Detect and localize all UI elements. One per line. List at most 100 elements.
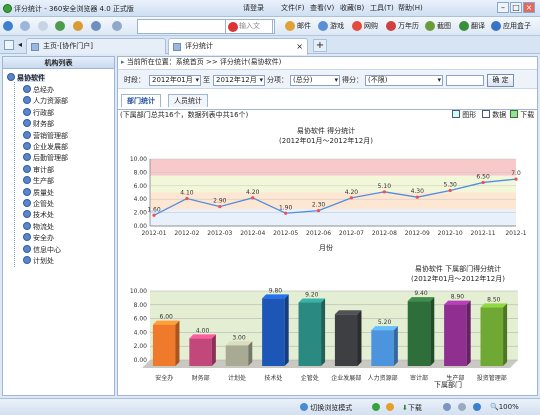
screenshot-link[interactable]: 截图: [425, 20, 451, 33]
tree-item-1[interactable]: 人力资源部: [3, 95, 114, 107]
close-icon[interactable]: ×: [523, 2, 535, 13]
tree-item-8[interactable]: 生产部: [3, 175, 114, 187]
status-ie-icon[interactable]: [473, 403, 481, 411]
line-chart-point: [382, 190, 386, 194]
tab-close-icon[interactable]: ×: [296, 39, 303, 54]
maximize-icon[interactable]: □: [510, 2, 522, 13]
search-input[interactable]: 输入文: [225, 19, 273, 34]
calendar-link[interactable]: 万年历: [386, 20, 419, 33]
tree-item-0[interactable]: 总经办: [3, 84, 114, 96]
home-button[interactable]: [73, 20, 85, 33]
mail-link[interactable]: 邮件: [285, 20, 311, 33]
department-icon: [23, 199, 31, 207]
tree-item-9[interactable]: 质量处: [3, 187, 114, 199]
status-sound-icon[interactable]: [458, 403, 466, 411]
tree-item-11[interactable]: 技术处: [3, 209, 114, 221]
department-icon: [23, 256, 31, 264]
tab-person-stats[interactable]: 人员统计: [168, 94, 208, 107]
charts-svg: 0.00 2.00 4.00 6.00 8.00 10.00 1.60 2012-01 4.10…: [130, 126, 527, 389]
appbox-link[interactable]: 应用盒子: [491, 20, 531, 33]
bar-value-label: 6.00: [160, 314, 174, 321]
line-chart-xtick: 2012-11: [471, 230, 496, 237]
tree-item-2[interactable]: 行政部: [3, 107, 114, 119]
tree-item-3[interactable]: 财务部: [3, 118, 114, 130]
status-speed-icon[interactable]: [386, 403, 394, 411]
game-icon: [318, 21, 328, 31]
tab-scroll-left-icon[interactable]: ◂: [18, 40, 22, 49]
tree-item-7[interactable]: 审计部: [3, 164, 114, 176]
line-chart-value-label: 2.90: [213, 198, 227, 205]
back-button[interactable]: [3, 20, 15, 33]
score-filter-input[interactable]: [446, 75, 484, 86]
data-view-button[interactable]: 数据: [482, 110, 506, 121]
history-button[interactable]: [112, 20, 124, 33]
to-month-select[interactable]: 2012年12月: [213, 75, 265, 86]
zoom-control[interactable]: 🔍100%: [490, 403, 519, 411]
shop-link[interactable]: 网购: [352, 20, 378, 33]
chart-view-button[interactable]: 图形: [452, 110, 476, 121]
tab-score-stats[interactable]: 评分统计 ×: [168, 38, 308, 55]
tab-score-stats-label: 评分统计: [185, 42, 213, 50]
status-settings-icon[interactable]: [443, 403, 451, 411]
tree-item-10[interactable]: 企管处: [3, 198, 114, 210]
close-page-button[interactable]: [38, 20, 50, 33]
tree-item-5[interactable]: 企业发展部: [3, 141, 114, 153]
bar-top-5: [334, 310, 362, 315]
new-tab-button[interactable]: +: [313, 39, 327, 52]
tree-item-6[interactable]: 后勤管理部: [3, 152, 114, 164]
score-filter-select[interactable]: (不限): [365, 75, 443, 86]
tab-home[interactable]: 主页-[协作门户]: [26, 38, 166, 54]
tree-item-label: 技术处: [33, 211, 54, 220]
tree-root-item[interactable]: 易协软件: [3, 72, 114, 84]
line-chart-value-label: 6.50: [476, 173, 490, 180]
forward-button[interactable]: [20, 20, 32, 33]
menu-view[interactable]: 查看(V): [310, 2, 334, 15]
line-chart-xtick: 2012-06: [306, 230, 331, 237]
tree-item-13[interactable]: 安全办: [3, 232, 114, 244]
line-chart-value-label: 4.20: [345, 189, 359, 196]
bar-0: [152, 324, 176, 366]
mail-icon: [285, 21, 295, 31]
bar-category-label: 计划处: [228, 374, 246, 382]
status-shield-icon[interactable]: [372, 403, 380, 411]
tree-item-15[interactable]: 计划处: [3, 255, 114, 267]
scissors-icon: [425, 21, 435, 31]
line-chart-xtick: 2012-10: [438, 230, 463, 237]
bar-3: [262, 298, 285, 366]
tree-item-14[interactable]: 信息中心: [3, 244, 114, 256]
line-chart-point: [251, 196, 255, 200]
score-item-select[interactable]: (总分): [290, 75, 340, 86]
game-link[interactable]: 游戏: [318, 20, 344, 33]
org-tree-panel: 机构列表 易协软件 总经办 人力资源部 行政部 财务部 营销管理部 企业发展部 后勤管理部 审计…: [2, 56, 115, 396]
download-button[interactable]: 下载: [510, 110, 534, 121]
shop-icon: [352, 21, 362, 31]
line-chart-xtick: 2012-01: [141, 230, 166, 237]
line-chart-band-0: [150, 159, 516, 176]
tab-dept-stats[interactable]: 部门统计: [121, 94, 161, 107]
line-chart-value-label: 1.90: [279, 204, 293, 211]
menu-favorites[interactable]: 收藏(B): [340, 2, 364, 15]
menu-file[interactable]: 文件(F): [281, 2, 305, 15]
tab-list-icon[interactable]: [4, 40, 14, 50]
tree-item-4[interactable]: 营销管理部: [3, 130, 114, 142]
bar-top-1: [189, 334, 216, 339]
undo-button[interactable]: [91, 20, 103, 33]
translate-link[interactable]: 翻译: [459, 20, 485, 33]
menu-help[interactable]: 帮助(H): [398, 2, 423, 15]
status-download-button[interactable]: ⬇下载: [402, 403, 422, 413]
minimize-icon[interactable]: –: [497, 2, 509, 13]
tree-item-12[interactable]: 物流处: [3, 221, 114, 233]
download-icon: [510, 110, 518, 118]
refresh-button[interactable]: [55, 20, 67, 33]
line-chart-xtick: 2012-02: [174, 230, 199, 237]
menu-tools[interactable]: 工具(T): [370, 2, 394, 15]
menu-login[interactable]: 请登录: [243, 2, 264, 15]
confirm-button[interactable]: 确 定: [487, 74, 514, 87]
switch-mode-button[interactable]: 切换浏览模式: [300, 403, 352, 413]
bar-category-label: 审计部: [410, 374, 428, 382]
from-month-select[interactable]: 2012年01月: [149, 75, 201, 86]
line-chart-xtick: 2012-05: [273, 230, 298, 237]
tree-item-label: 易协软件: [17, 74, 45, 82]
game-label: 游戏: [330, 22, 344, 30]
bar-6: [371, 330, 394, 366]
